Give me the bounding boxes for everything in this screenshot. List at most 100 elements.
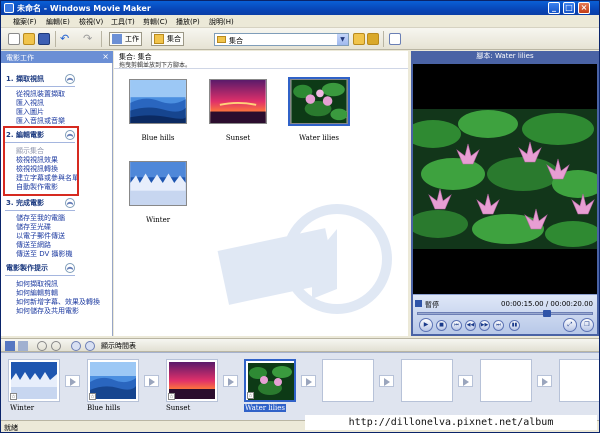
transition-slot[interactable] [537,375,552,387]
toolbar: ↶ ↷ 工作 集合 集合 ▼ [1,28,599,50]
section-finish-movie[interactable]: 3. 完成電影 ︽ [3,197,75,209]
clip-sunset[interactable]: Sunset [209,79,267,142]
storyboard-empty-slot[interactable] [401,359,453,402]
menu-clip[interactable]: 剪輯(C) [143,17,167,27]
undo-icon[interactable]: ↶ [60,33,72,45]
playback-status: 暫停 [425,301,439,309]
close-button[interactable]: × [578,2,590,14]
full-screen-button[interactable]: ⤢ [563,318,577,332]
clip-thumbnail[interactable] [129,79,187,124]
views-icon[interactable] [389,33,401,45]
menu-help[interactable]: 說明(H) [209,17,234,27]
clip-blue-hills[interactable]: Blue hills [129,79,187,142]
chevron-down-icon[interactable]: ▼ [337,34,348,45]
take-picture-button[interactable]: ❐ [580,318,594,332]
transition-slot[interactable] [144,375,159,387]
section-movie-tips[interactable]: 電影製作提示 ︽ [3,262,75,274]
clip-thumbnail[interactable] [288,77,350,126]
play-button[interactable]: ▶ [419,318,433,332]
split-clip-button[interactable]: ▮▮ [509,320,520,331]
storyboard-caption: Winter [10,404,35,412]
zoom-out-icon[interactable] [51,341,61,351]
collapse-chevron-icon[interactable]: ︽ [65,198,75,208]
menu-edit[interactable]: 編輯(E) [46,17,70,27]
task-import-audio[interactable]: 匯入音訊或音樂 [16,116,65,126]
save-project-icon[interactable] [38,33,50,45]
next-frame-button[interactable]: ⏭ [493,320,504,331]
status-text: 就緒 [4,424,18,432]
storyboard-empty-slot[interactable] [480,359,532,402]
storyboard-slot-winter[interactable]: ☆ [8,359,60,402]
clip-caption: Blue hills [141,134,175,142]
transition-slot[interactable] [223,375,238,387]
up-level-icon[interactable] [353,33,365,45]
storyboard-empty-slot[interactable] [559,359,599,402]
rewind-storyboard-icon[interactable] [71,341,81,351]
menu-view[interactable]: 檢視(V) [79,17,103,27]
maximize-button[interactable]: □ [563,2,575,14]
playback-time: 00:00:15.00 / 00:00:20.00 [501,300,593,308]
collection-dropdown[interactable]: 集合 ▼ [214,33,349,46]
clip-water-lilies[interactable]: Water lilies [288,77,350,142]
movie-tasks-pane: 電影工作 × 1. 擷取視訊 ︽ 從視訊裝置擷取 匯入視訊 匯入圖片 匯入音訊或… [1,51,113,336]
previous-frame-button[interactable]: ⏮ [451,320,462,331]
toolbar-separator [55,31,56,47]
fast-forward-button[interactable]: ▶▶ [479,320,490,331]
clip-type-icon: ☆ [10,393,17,400]
slot-thumbnail [169,362,215,399]
storyboard-slot-sunset[interactable]: ☆ [166,359,218,402]
slot-thumbnail [248,363,294,400]
storyboard-slot-water-lilies[interactable]: ☆ [244,359,296,402]
menu-tools[interactable]: 工具(T) [111,17,135,27]
collection-hint: 拖曳剪輯並放到下方腳本。 [119,62,192,69]
tasks-icon [112,34,122,44]
set-audio-levels-icon[interactable] [5,341,15,351]
preview-title: 腳本: Water lilies [476,52,534,60]
taskpane-header: 電影工作 × [1,51,113,63]
rewind-button[interactable]: ◀◀ [465,320,476,331]
close-icon[interactable]: × [102,52,109,61]
transition-slot[interactable] [379,375,394,387]
task-send-dv-camera[interactable]: 傳送至 DV 攝影機 [16,249,73,259]
collapse-chevron-icon[interactable]: ︽ [65,263,75,273]
tip-save-share-movie[interactable]: 如何儲存及共用電影 [16,306,79,316]
seek-bar[interactable] [417,310,593,317]
new-project-icon[interactable] [8,33,20,45]
show-timeline-button[interactable]: 顯示時間表 [101,341,136,351]
menu-file[interactable]: 檔案(F) [13,17,37,27]
storyboard-empty-slot[interactable] [322,359,374,402]
redo-icon[interactable]: ↷ [83,33,95,45]
title-bar: 未命名 - Windows Movie Maker _ □ × [1,1,599,15]
clip-winter[interactable]: Winter [129,161,187,224]
collapse-chevron-icon[interactable]: ︽ [65,74,75,84]
seek-slider-handle[interactable] [543,310,551,317]
clip-type-icon: ☆ [247,392,254,399]
clip-caption: Winter [145,216,171,224]
preview-video-frame[interactable] [413,64,597,294]
storyboard-toolbar: 顯示時間表 [1,338,599,352]
section-capture-video[interactable]: 1. 擷取視訊 ︽ [3,73,75,85]
collections-button[interactable]: 集合 [151,32,184,46]
transition-slot[interactable] [65,375,80,387]
open-project-icon[interactable] [23,33,35,45]
play-storyboard-icon[interactable] [85,341,95,351]
storyboard-slot-blue-hills[interactable]: ☆ [87,359,139,402]
stop-button[interactable]: ■ [436,320,447,331]
transition-slot[interactable] [458,375,473,387]
menu-play[interactable]: 播放(P) [176,17,200,27]
zoom-in-icon[interactable] [37,341,47,351]
transition-arrow-icon [70,378,76,386]
pause-status-icon [415,300,422,307]
narrate-timeline-icon[interactable] [18,341,28,351]
transition-slot[interactable] [301,375,316,387]
toolbar-separator [101,31,102,47]
collection-header: 集合: 集合 拖曳剪輯並放到下方腳本。 [114,51,408,69]
clip-thumbnail[interactable] [129,161,187,206]
tasks-button[interactable]: 工作 [109,32,142,46]
minimize-button[interactable]: _ [548,2,560,14]
preview-monitor: 腳本: Water lilies 暫停 00:00:15.00 / 00:00:… [411,51,599,336]
storyboard-caption: Blue hills [87,404,121,412]
new-collection-folder-icon[interactable] [367,33,379,45]
clip-thumbnail[interactable] [209,79,267,124]
section-divider [5,86,75,87]
